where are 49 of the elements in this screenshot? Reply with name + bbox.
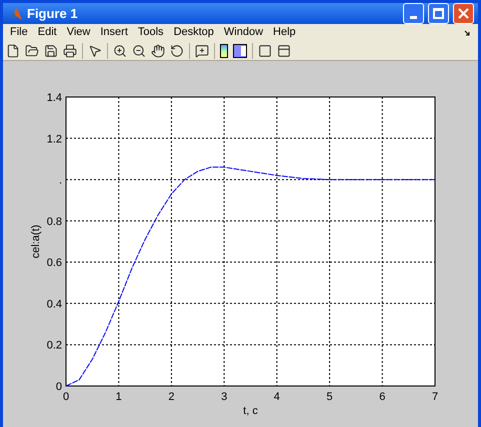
new-file-icon[interactable]: [6, 44, 20, 58]
x-axis-label: t, c: [243, 405, 258, 417]
panel-icon[interactable]: [277, 44, 291, 58]
pointer-icon[interactable]: [88, 44, 102, 58]
square-icon[interactable]: [258, 44, 272, 58]
minimize-button[interactable]: [403, 3, 424, 24]
menu-item[interactable]: File: [5, 24, 33, 41]
y-tick-label: 0.8: [46, 216, 62, 228]
x-tick-label: 3: [221, 391, 228, 403]
zoom-in-icon[interactable]: [113, 44, 127, 58]
maximize-icon: [433, 8, 444, 19]
menu-item[interactable]: Window: [218, 24, 268, 41]
x-tick-label: 6: [379, 391, 386, 403]
save-icon[interactable]: [44, 44, 58, 58]
close-button[interactable]: [453, 3, 474, 24]
legend-icon[interactable]: [233, 44, 247, 58]
window-title: Figure 1: [27, 4, 79, 23]
x-tick-label: 0: [62, 391, 70, 403]
menu-item[interactable]: Desktop: [168, 24, 219, 41]
zoom-out-icon[interactable]: [132, 44, 146, 58]
menu-item[interactable]: Edit: [32, 24, 62, 41]
x-tick-label: 5: [326, 391, 333, 403]
x-tick-label: 1: [116, 391, 122, 403]
dock-arrow-icon[interactable]: [464, 28, 472, 36]
y-tick-label: 0.2: [46, 340, 62, 352]
menu-item[interactable]: Help: [268, 24, 301, 41]
y-tick-label: 1.2: [46, 133, 62, 146]
y-axis-label: cel:a(t): [30, 224, 42, 258]
close-icon: [458, 8, 469, 19]
hand-icon[interactable]: [151, 44, 165, 58]
print-icon[interactable]: [63, 44, 77, 58]
maximize-button[interactable]: [428, 3, 449, 24]
x-tick-label: 7: [432, 391, 438, 403]
x-tick-label: 2: [168, 391, 174, 403]
y-tick-label: 0: [56, 381, 62, 393]
minimize-icon: [410, 16, 417, 19]
x-tick-label: 4: [274, 391, 280, 403]
y-tick-label: 0.4: [46, 298, 62, 310]
y-tick-label: .: [58, 174, 62, 187]
y-tick-label: 0.6: [46, 257, 62, 270]
menu-item[interactable]: Insert: [95, 24, 133, 41]
y-tick-label: 1.4: [46, 92, 62, 104]
data-cursor-icon[interactable]: [195, 44, 209, 58]
menu-item[interactable]: Tools: [132, 24, 169, 41]
menu-item[interactable]: View: [62, 24, 96, 41]
rotate-icon[interactable]: [170, 44, 184, 58]
colorbar-icon[interactable]: [220, 44, 228, 58]
folder-icon[interactable]: [25, 44, 39, 58]
app-logo-icon: [7, 6, 23, 22]
